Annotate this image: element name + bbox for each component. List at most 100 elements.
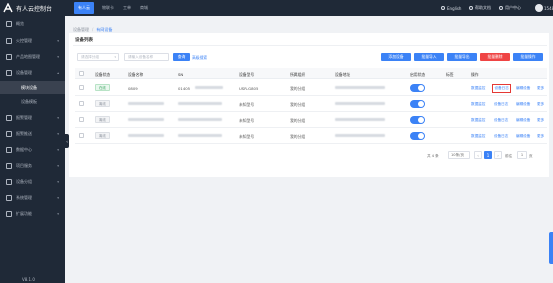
chevron-down-icon: ▾ <box>57 54 59 59</box>
home-icon <box>6 20 12 27</box>
sidebar-item-product-map[interactable]: 产品地图管理 ▾ <box>0 50 65 63</box>
enable-toggle[interactable] <box>410 84 425 92</box>
more-link[interactable]: 更多 <box>537 86 544 91</box>
chevron-down-icon: ▾ <box>57 179 59 184</box>
sidebar-item-data-center[interactable]: 数据中心 ▾ <box>0 143 65 156</box>
sidebar-item-system-management[interactable]: 系统管理 ▾ <box>0 191 65 204</box>
device-log-link[interactable]: 设备日志 <box>494 118 508 123</box>
chevron-up-icon: ▴ <box>57 70 59 75</box>
data-monitor-link[interactable]: 数据监控 <box>471 118 485 123</box>
group-select[interactable]: 请选择分组 ▾ <box>77 53 119 61</box>
sidebar-item-alarm-management[interactable]: 报警管理 ▾ <box>0 111 65 124</box>
redacted-name <box>128 134 164 137</box>
device-log-link[interactable]: 设备日志 <box>492 84 512 93</box>
avatar[interactable] <box>535 4 543 12</box>
tab-work-order[interactable]: 工单 <box>121 2 133 14</box>
chevron-down-icon: ▾ <box>57 163 59 168</box>
col-address: 设备地址 <box>335 72 351 77</box>
sidebar-item-module-devices[interactable]: 模块设备 <box>0 81 65 94</box>
gear-icon <box>6 210 12 217</box>
redacted-address <box>335 118 385 121</box>
settings-icon <box>6 194 12 201</box>
batch-operation-button[interactable]: 批量操作 <box>513 53 543 61</box>
row-checkbox[interactable] <box>79 101 84 106</box>
more-link[interactable]: 更多 <box>537 102 544 107</box>
fire-icon <box>6 37 12 44</box>
col-org: 所属组织 <box>290 72 306 77</box>
language-switch[interactable]: English <box>441 0 461 16</box>
brand: 有人云控制台 <box>0 0 65 16</box>
chevron-down-icon: ▾ <box>57 147 59 152</box>
sidebar-item-project-service[interactable]: 项目服务 ▾ <box>0 159 65 172</box>
device-icon <box>6 69 12 76</box>
device-name-input[interactable]: 请输入设备名称 <box>124 53 169 61</box>
sidebar-item-device-groups[interactable]: 设备分组 ▾ <box>0 175 65 188</box>
user-center-link[interactable]: 用户中心 <box>499 0 521 16</box>
row-checkbox[interactable] <box>79 133 84 138</box>
next-page-button[interactable]: › <box>494 151 502 159</box>
device-log-link[interactable]: 设备日志 <box>494 102 508 107</box>
device-log-link[interactable]: 设备日志 <box>494 134 508 139</box>
prev-page-button[interactable]: ‹ <box>474 151 482 159</box>
alarm-icon <box>6 114 12 121</box>
help-docs-link[interactable]: 帮助文档 <box>469 0 491 16</box>
sidebar-item-overview[interactable]: 概览 <box>0 17 65 30</box>
chevron-down-icon: ▾ <box>57 211 59 216</box>
goto-label: 前往 <box>505 154 513 158</box>
floating-side-tab[interactable] <box>549 232 553 264</box>
add-device-button[interactable]: 添加设备 <box>381 53 411 61</box>
sidebar-item-extensions[interactable]: 扩展功能 ▾ <box>0 207 65 220</box>
sidebar-item-device-management[interactable]: 设备管理 ▴ <box>0 66 65 79</box>
col-tags: 标签 <box>446 72 454 77</box>
batch-delete-button[interactable]: 批量删除 <box>480 53 510 61</box>
map-icon <box>6 53 12 60</box>
search-button[interactable]: 查询 <box>173 53 190 61</box>
tab-iot-card[interactable]: 物联卡 <box>100 2 116 14</box>
page-number[interactable]: 1 <box>484 151 492 159</box>
batch-export-button[interactable]: 批量导出 <box>447 53 477 61</box>
goto-page-input[interactable]: 1 <box>517 151 527 159</box>
sidebar-item-device-templates[interactable]: 设备模板 <box>0 95 65 108</box>
row-checkbox[interactable] <box>79 117 84 122</box>
more-link[interactable]: 更多 <box>537 118 544 123</box>
device-model: USR-G805 <box>239 86 259 91</box>
redacted-address <box>335 134 385 137</box>
enable-toggle[interactable] <box>410 132 425 140</box>
row-checkbox[interactable] <box>79 85 84 90</box>
tab-cloud[interactable]: 有人云 <box>74 2 94 14</box>
advanced-search-link[interactable]: 高级搜索 <box>192 55 207 61</box>
page-size-select[interactable]: 10条/页 <box>448 151 470 159</box>
sidebar-item-fire-control[interactable]: 火控管理 ▾ <box>0 34 65 47</box>
chevron-down-icon: ▾ <box>57 131 59 136</box>
data-monitor-link[interactable]: 数据监控 <box>471 134 485 139</box>
col-model: 设备型号 <box>239 72 255 77</box>
select-all-checkbox[interactable] <box>79 71 84 76</box>
col-name: 设备名称 <box>128 72 144 77</box>
chevron-left-icon: ‹ <box>477 152 479 158</box>
redacted-name <box>128 118 164 121</box>
data-monitor-link[interactable]: 数据监控 <box>471 102 485 107</box>
more-link[interactable]: 更多 <box>537 134 544 139</box>
status-badge: 离线 <box>95 132 110 139</box>
batch-import-button[interactable]: 批量导入 <box>414 53 444 61</box>
globe-icon <box>441 6 445 10</box>
enable-toggle[interactable] <box>410 100 425 108</box>
user-icon <box>499 6 503 10</box>
device-name: 0809 <box>128 86 138 91</box>
sidebar-item-alarm-push[interactable]: 报警推送 ▾ <box>0 127 65 140</box>
edit-device-link[interactable]: 编辑设备 <box>516 86 530 91</box>
breadcrumb-parent[interactable]: 设备管理 <box>73 27 89 32</box>
breadcrumb-current: 有网设备 <box>96 27 113 32</box>
device-model: 未知型号 <box>239 118 255 123</box>
bell-icon <box>6 130 12 137</box>
data-monitor-link[interactable]: 数据监控 <box>471 86 485 91</box>
edit-device-link[interactable]: 编辑设备 <box>516 118 530 123</box>
edit-device-link[interactable]: 编辑设备 <box>516 134 530 139</box>
tab-store[interactable]: 商城 <box>138 2 150 14</box>
device-sn: 01405 <box>178 86 191 91</box>
enable-toggle[interactable] <box>410 116 425 124</box>
col-sn: SN <box>178 72 184 77</box>
username[interactable]: 15486 <box>544 0 553 16</box>
edit-device-link[interactable]: 编辑设备 <box>516 102 530 107</box>
pagination-total: 共 4 条 <box>427 154 439 158</box>
